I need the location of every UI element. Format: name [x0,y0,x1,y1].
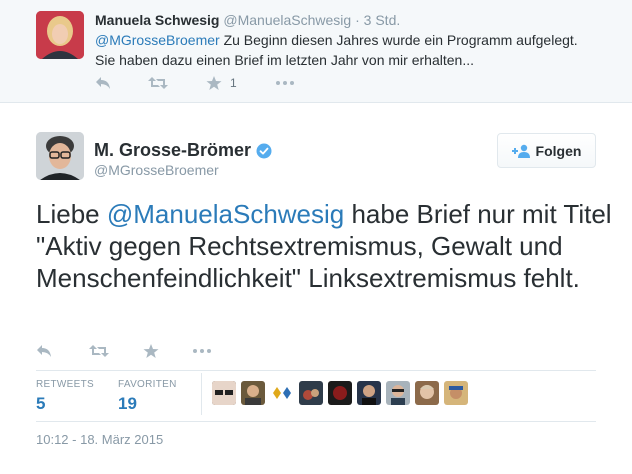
more-button[interactable] [193,342,211,360]
retweet-icon [148,77,168,89]
avatar[interactable] [386,381,410,405]
follow-button[interactable]: Folgen [497,133,596,168]
tweet-text-line1: Zu Beginn diesen Jahres wurde ein Progra… [219,32,578,48]
avatar[interactable] [36,11,84,59]
retweet-button[interactable] [148,74,168,92]
avatar[interactable] [212,381,236,405]
mention-link[interactable]: @MGrosseBroemer [95,32,220,48]
avatar[interactable] [444,381,468,405]
divider [201,373,202,415]
avatar[interactable] [299,381,323,405]
divider [36,370,596,371]
retweets-label[interactable]: RETWEETS [36,379,94,390]
star-icon [206,76,222,90]
favorites-count[interactable]: 19 [118,394,137,414]
more-button[interactable] [276,74,294,92]
separator: · [355,12,360,28]
favorites-label[interactable]: FAVORITEN [118,379,177,390]
verified-badge-icon [256,142,272,159]
author-handle[interactable]: @MGrosseBroemer [94,161,219,179]
parent-tweet-header: Manuela Schwesig @ManuelaSchwesig · 3 St… [95,11,400,29]
favorite-button[interactable] [143,342,159,360]
more-icon [193,349,211,353]
retweet-icon [89,345,109,357]
author-name-row: M. Grosse-Brömer [94,139,272,161]
tweet-text-line2: Sie haben dazu einen Brief im letzten Ja… [95,52,474,68]
reply-button[interactable] [95,74,111,92]
avatar[interactable] [357,381,381,405]
reply-icon [37,345,51,357]
avatar[interactable] [415,381,439,405]
favorite-count: 1 [230,76,237,90]
tweet-time[interactable]: 3 Std. [364,12,401,28]
reply-icon [96,77,110,89]
divider [36,421,596,422]
main-tweet-text: Liebe @ManuelaSchwesig habe Brief nur mi… [36,198,616,294]
avatar-image [36,11,84,59]
tweet-timestamp[interactable]: 10:12 - 18. März 2015 [36,432,163,447]
avatar[interactable] [36,132,84,180]
retweets-count[interactable]: 5 [36,394,45,414]
parent-tweet-text: @MGrosseBroemer Zu Beginn diesen Jahres … [95,30,615,70]
more-icon [276,81,294,85]
author-name[interactable]: M. Grosse-Brömer [94,139,251,161]
favorite-button[interactable]: 1 [206,74,237,92]
favoriter-avatars [212,381,473,405]
avatar[interactable] [241,381,265,405]
avatar[interactable] [328,381,352,405]
tweet-text-start: Liebe [36,199,107,229]
avatar-image [36,132,84,180]
follow-label: Folgen [535,142,582,159]
add-user-icon [511,144,530,158]
parent-tweet[interactable]: Manuela Schwesig @ManuelaSchwesig · 3 St… [0,0,632,103]
retweet-button[interactable] [89,342,109,360]
author-name[interactable]: Manuela Schwesig [95,12,219,28]
avatar[interactable] [270,381,294,405]
mention-link[interactable]: @ManuelaSchwesig [107,199,344,229]
reply-button[interactable] [36,342,52,360]
author-handle[interactable]: @ManuelaSchwesig [223,12,351,28]
star-icon [143,344,159,358]
